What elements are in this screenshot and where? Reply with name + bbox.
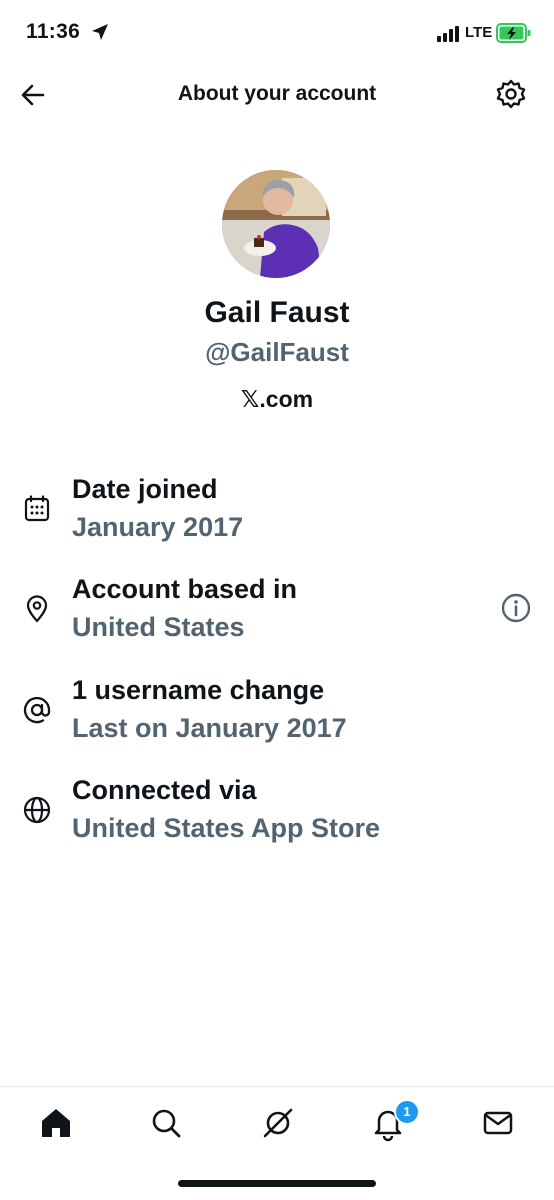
location-arrow-icon bbox=[92, 24, 108, 40]
top-navigation: About your account bbox=[0, 66, 554, 124]
detail-account-location: Account based in United States bbox=[0, 574, 554, 654]
profile-handle: @GailFaust bbox=[205, 337, 349, 367]
detail-username-changes: 1 username change Last on January 2017 bbox=[0, 675, 554, 755]
platform-label: 𝕏.com bbox=[240, 386, 314, 412]
at-sign-icon bbox=[23, 697, 51, 724]
detail-value: January 2017 bbox=[72, 512, 244, 542]
avatar[interactable] bbox=[222, 170, 330, 278]
signal-bars-icon bbox=[437, 26, 459, 42]
home-indicator[interactable] bbox=[178, 1180, 376, 1187]
detail-date-joined: Date joined January 2017 bbox=[0, 474, 554, 554]
calendar-icon bbox=[24, 495, 50, 522]
grok-icon[interactable] bbox=[258, 1103, 298, 1143]
battery-charging-icon bbox=[496, 23, 531, 43]
detail-title: Account based in bbox=[72, 574, 298, 604]
gear-icon[interactable] bbox=[494, 78, 528, 112]
detail-title: 1 username change bbox=[72, 675, 325, 705]
status-time: 11:36 bbox=[26, 20, 81, 43]
info-icon[interactable] bbox=[500, 592, 532, 624]
detail-title: Connected via bbox=[72, 775, 257, 805]
page-title: About your account bbox=[177, 82, 377, 105]
messages-icon[interactable] bbox=[478, 1103, 518, 1143]
globe-icon bbox=[23, 796, 51, 824]
profile-photo bbox=[222, 170, 330, 278]
detail-value: United States bbox=[72, 612, 245, 642]
detail-value: United States App Store bbox=[72, 813, 381, 843]
status-bar: 11:36 LTE bbox=[0, 0, 554, 66]
home-icon[interactable] bbox=[36, 1103, 76, 1143]
profile-name: Gail Faust bbox=[204, 296, 350, 329]
notification-badge: 1 bbox=[394, 1099, 420, 1125]
search-icon[interactable] bbox=[146, 1103, 186, 1143]
network-type: LTE bbox=[465, 24, 493, 41]
location-pin-icon bbox=[26, 595, 48, 623]
detail-value: Last on January 2017 bbox=[72, 713, 347, 743]
detail-title: Date joined bbox=[72, 474, 218, 504]
detail-connected-via: Connected via United States App Store bbox=[0, 775, 554, 855]
